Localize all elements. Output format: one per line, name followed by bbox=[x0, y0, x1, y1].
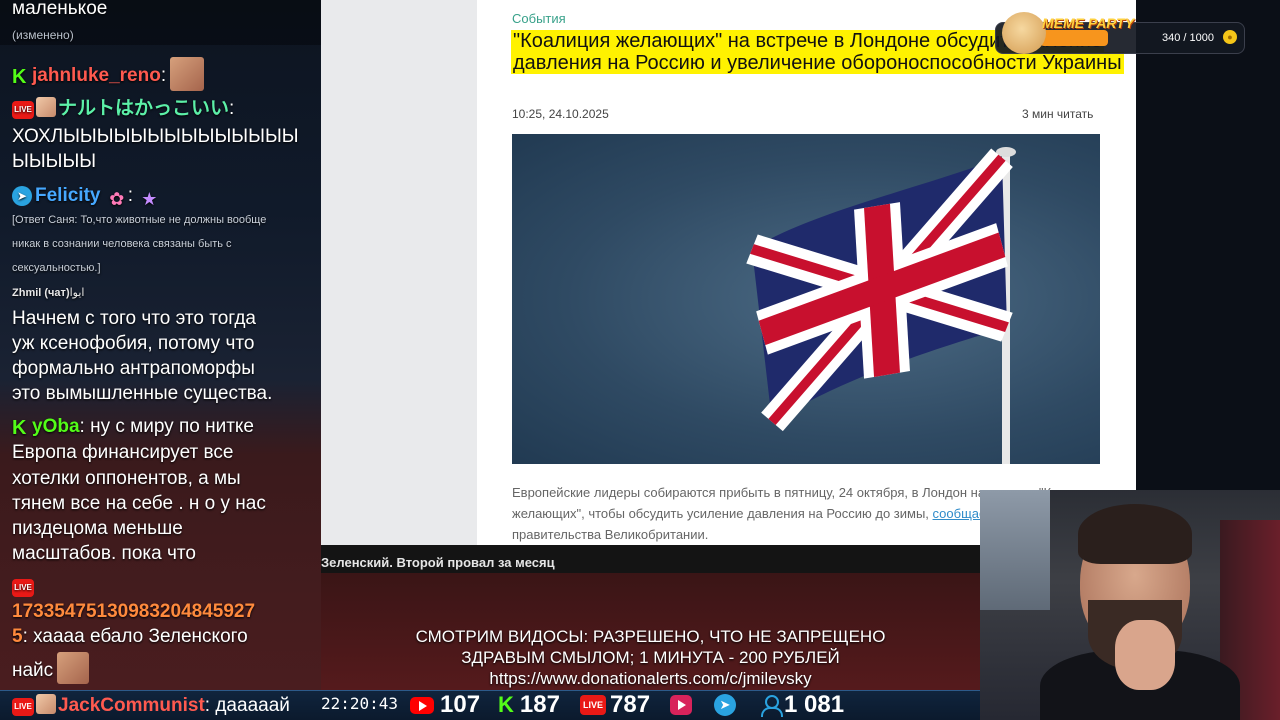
telegram-badge-icon: ➤ bbox=[12, 186, 32, 206]
donation-line-2: ЗДРАВЫМ СМЫЛОМ; 1 МИНУТА - 200 РУБЛЕЙ bbox=[461, 648, 840, 667]
chat-sep: : bbox=[79, 416, 85, 437]
video-title: Зеленский. Второй провал за месяц bbox=[321, 555, 555, 570]
union-jack-flag-icon bbox=[746, 147, 1016, 464]
chat-line: формально антрапоморфы bbox=[12, 358, 255, 379]
article-date: 10:25, 24.10.2025 bbox=[512, 107, 609, 121]
avatar-icon bbox=[36, 694, 56, 714]
para-text-end: правительства Великобритании. bbox=[512, 527, 709, 542]
chat-line: маленькое bbox=[12, 0, 108, 19]
telegram-icon: ➤ bbox=[714, 694, 736, 716]
vklive-badge-icon: LIVE bbox=[12, 698, 34, 716]
chat-line: масштабов. пока что bbox=[12, 543, 196, 564]
chat-username[interactable]: jahnluke_reno bbox=[32, 65, 161, 86]
vklive-badge-icon: LIVE bbox=[12, 101, 34, 119]
chat-edited-note: (изменено) bbox=[12, 28, 74, 42]
chat-reply: [Ответ Саня: То,что животные не должны в… bbox=[12, 214, 267, 226]
chat-line: ЫЫЫЫЫ bbox=[12, 151, 97, 172]
vklive-viewers: LIVE 787 bbox=[580, 690, 650, 720]
kick-viewers: K 187 bbox=[498, 690, 560, 720]
cam-window bbox=[980, 490, 1050, 610]
chat-username[interactable]: yOba bbox=[32, 416, 80, 437]
chat-text: дааааай bbox=[215, 695, 290, 716]
vklive-count: 787 bbox=[610, 691, 651, 718]
chat-panel: маленькое (изменено) Kjahnluke_reno: LIV… bbox=[0, 0, 321, 690]
meme-party-title: MEME PARTY bbox=[1042, 15, 1135, 31]
chat-reply: сексуальностью.] bbox=[12, 262, 101, 274]
kick-icon: K bbox=[498, 692, 514, 717]
article-read-time: 3 мин читать bbox=[1022, 107, 1094, 121]
chat-user-suffix: ايوا bbox=[69, 287, 85, 299]
chat-text: найс bbox=[12, 660, 54, 681]
chat-username[interactable]: Zhmil (чат) bbox=[12, 287, 70, 299]
chat-text: хаааа ебало Зеленского bbox=[33, 626, 248, 647]
chat-message: Zhmil (чат)ايوا bbox=[12, 281, 84, 305]
emote-icon bbox=[57, 652, 90, 684]
chat-line: пиздецома меньше bbox=[12, 518, 183, 539]
meme-party-count: 340 / 1000 bbox=[1162, 32, 1214, 44]
chat-username[interactable]: ナルトはかっこいい bbox=[58, 98, 229, 119]
chat-sep: : bbox=[229, 98, 235, 119]
chat-line: тянем все на себе . н о у нас bbox=[12, 493, 266, 514]
chat-sep: : bbox=[160, 65, 167, 86]
emote-icon bbox=[170, 57, 205, 91]
chat-sep: : bbox=[127, 185, 134, 206]
cam-hair bbox=[1078, 504, 1192, 564]
meme-progress-fill bbox=[1040, 30, 1108, 46]
chat-line: ХОХЛЫЫЫЫЫЫЫЫЫЫЫЫЫЫ bbox=[12, 126, 299, 147]
chat-message: KyOba: ну с миру по нитке bbox=[12, 414, 254, 439]
chat-line: Европа финансирует все bbox=[12, 442, 234, 463]
telegram-platform: ➤ bbox=[714, 690, 736, 720]
total-viewers-count: 1 081 bbox=[784, 691, 845, 718]
kick-badge-icon: K bbox=[12, 66, 27, 88]
chat-username[interactable]: Felicity bbox=[35, 185, 100, 206]
chat-message: найс bbox=[12, 652, 90, 684]
coin-icon: ● bbox=[1223, 30, 1237, 44]
cam-hands bbox=[1115, 620, 1175, 690]
vklive-badge-icon: LIVE bbox=[12, 579, 34, 597]
kick-count: 187 bbox=[519, 691, 560, 718]
youtube-icon bbox=[410, 696, 434, 714]
kick-badge-icon: K bbox=[12, 417, 27, 439]
youtube-count: 107 bbox=[440, 691, 481, 718]
vklive-icon: LIVE bbox=[580, 695, 606, 715]
play-platform bbox=[670, 690, 692, 720]
article-category[interactable]: События bbox=[512, 11, 566, 26]
youtube-viewers: 107 bbox=[410, 690, 480, 720]
webcam-feed bbox=[980, 490, 1280, 720]
article-page: События "Коалиция желающих" на встрече в… bbox=[477, 0, 1136, 545]
user-icon bbox=[760, 694, 783, 717]
chat-reply: никак в сознании человека связаны быть с bbox=[12, 238, 232, 250]
flower-emoji-icon: ✿ bbox=[109, 189, 125, 209]
chat-line: Начнем с того что это тогда bbox=[12, 308, 256, 329]
chat-sep: : bbox=[22, 626, 28, 647]
play-icon bbox=[670, 695, 692, 715]
donation-url: https://www.donationalerts.com/c/jmilevs… bbox=[489, 669, 812, 688]
chat-message: LIVE JackCommunist: дааааай bbox=[12, 693, 290, 718]
chat-message: ➤ Felicity ✿: ★ bbox=[12, 183, 160, 210]
chat-message: 5: хаааа ебало Зеленского bbox=[12, 624, 248, 649]
donation-line-1: СМОТРИМ ВИДОСЫ: РАЗРЕШЕНО, ЧТО НЕ ЗАПРЕЩ… bbox=[415, 627, 886, 646]
chat-line: уж ксенофобия, потому что bbox=[12, 333, 255, 354]
donation-banner: СМОТРИМ ВИДОСЫ: РАЗРЕШЕНО, ЧТО НЕ ЗАПРЕЩ… bbox=[321, 626, 980, 689]
article-photo bbox=[512, 134, 1100, 464]
chat-message: Kjahnluke_reno: bbox=[12, 57, 205, 91]
star-emoji-icon: ★ bbox=[141, 189, 158, 209]
chat-username-cont: 5 bbox=[12, 626, 23, 647]
stream-screen: маленькое (изменено) Kjahnluke_reno: LIV… bbox=[0, 0, 1280, 720]
stream-clock: 22:20:43 bbox=[321, 694, 399, 713]
chat-message: LIVE bbox=[12, 574, 36, 599]
chat-username[interactable]: 17335475130983204845927 bbox=[12, 601, 255, 622]
chat-text: ну с миру по нитке bbox=[90, 416, 254, 437]
chat-sep: : bbox=[204, 695, 211, 716]
chat-message: 17335475130983204845927 bbox=[12, 599, 255, 624]
chat-username[interactable]: JackCommunist bbox=[58, 695, 205, 716]
chat-line: это вымышленные существа. bbox=[12, 383, 273, 404]
avatar-icon bbox=[36, 97, 56, 117]
chat-line: хотелки оппонентов, а мы bbox=[12, 468, 241, 489]
doge-icon bbox=[1002, 12, 1046, 54]
chat-message: LIVE ナルトはかっこいい: bbox=[12, 96, 234, 121]
total-viewers: 1 081 bbox=[760, 690, 844, 720]
